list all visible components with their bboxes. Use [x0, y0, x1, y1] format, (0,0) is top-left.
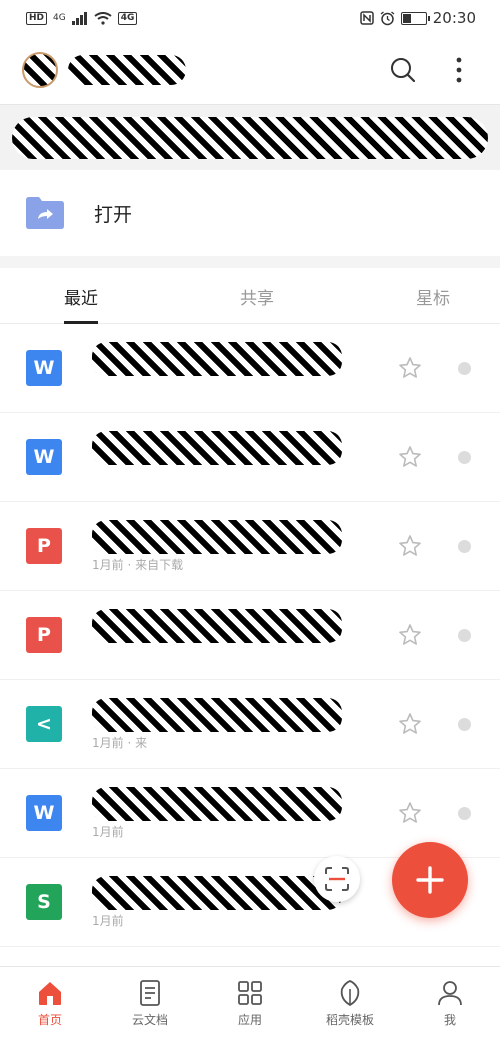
file-name: [92, 698, 342, 732]
more-dot-icon[interactable]: [458, 451, 471, 464]
alarm-icon: [380, 10, 395, 25]
more-dot-icon[interactable]: [458, 807, 471, 820]
more-dot-icon[interactable]: [458, 629, 471, 642]
star-icon[interactable]: [398, 623, 422, 647]
file-meta: [92, 378, 342, 394]
carrier-badge: 4G: [117, 11, 138, 25]
writer-file-icon: W: [26, 439, 62, 475]
star-icon[interactable]: [398, 801, 422, 825]
nav-apps-label: 应用: [237, 1012, 262, 1027]
scan-button[interactable]: [314, 856, 360, 902]
nav-templates-label: 稻壳模板: [325, 1012, 374, 1027]
file-info: 1月前 · 来自下载: [92, 520, 352, 572]
sheet-file-icon: S: [26, 884, 62, 920]
more-vertical-icon: [456, 57, 462, 83]
apps-grid-icon: [238, 980, 262, 1005]
nav-apps[interactable]: 应用: [200, 967, 300, 1039]
nav-templates[interactable]: 稻壳模板: [300, 967, 400, 1039]
file-name: [92, 431, 342, 465]
nav-home[interactable]: 首页: [0, 967, 100, 1039]
writer-file-icon: W: [26, 795, 62, 831]
file-info: 1月前 · 来: [92, 698, 352, 750]
writer-file-icon: W: [26, 350, 62, 386]
header-actions: [388, 55, 474, 85]
file-row[interactable]: W: [0, 413, 500, 502]
banner-text: [12, 117, 488, 159]
tab-shared[interactable]: 共享: [240, 268, 274, 324]
nav-cloud-docs[interactable]: 云文档: [100, 967, 200, 1039]
status-bar: HD 4G 4G 20:30: [0, 0, 500, 36]
status-right: 20:30: [360, 9, 476, 27]
star-icon[interactable]: [398, 445, 422, 469]
more-dot-icon[interactable]: [458, 362, 471, 375]
search-button[interactable]: [388, 55, 418, 85]
file-meta: 1月前: [92, 914, 124, 928]
file-name: [92, 787, 342, 821]
avatar[interactable]: [22, 52, 58, 88]
nav-me-label: 我: [443, 1012, 456, 1027]
promo-banner[interactable]: [0, 104, 500, 170]
file-info: [92, 609, 352, 661]
tab-starred[interactable]: 星标: [416, 268, 450, 324]
app-header: [0, 36, 500, 104]
file-name: [92, 609, 342, 643]
nav-me[interactable]: 我: [400, 967, 500, 1039]
hd-badge: HD: [26, 11, 48, 25]
nfc-icon: [360, 11, 374, 25]
open-label: 打开: [94, 203, 133, 226]
status-left: HD 4G 4G: [26, 11, 138, 25]
pdf-file-icon: P: [26, 617, 62, 653]
nav-home-label: 首页: [37, 1012, 62, 1027]
bottom-nav: 首页 云文档 应用 稻壳模板 我: [0, 966, 500, 1039]
home-icon: [39, 981, 61, 1005]
file-info: [92, 431, 352, 483]
plus-icon: [416, 866, 444, 894]
file-row[interactable]: < 1月前 · 来: [0, 680, 500, 769]
scan-icon: [325, 867, 349, 891]
file-tabs: 最近 共享 星标: [0, 268, 500, 324]
open-folder-icon: [26, 197, 64, 229]
file-meta: 1月前 · 来: [92, 736, 148, 750]
file-meta: [92, 467, 342, 483]
leaf-icon: [340, 979, 360, 1006]
file-row[interactable]: P 1月前 · 来自下载: [0, 502, 500, 591]
wifi-icon: [94, 11, 112, 25]
document-icon: [140, 979, 160, 1006]
search-icon: [391, 58, 416, 83]
pdf-file-icon: P: [26, 528, 62, 564]
battery-icon: [400, 11, 430, 25]
star-icon[interactable]: [398, 356, 422, 380]
share-file-icon: <: [26, 706, 62, 742]
user-name[interactable]: [68, 55, 186, 85]
tab-recent[interactable]: 最近: [64, 268, 98, 324]
file-info: 1月前: [92, 876, 352, 928]
star-icon[interactable]: [398, 534, 422, 558]
nav-cloud-docs-label: 云文档: [131, 1012, 168, 1027]
status-time: 20:30: [432, 9, 476, 27]
create-new-button[interactable]: [392, 842, 468, 918]
file-name: [92, 520, 342, 554]
more-options-button[interactable]: [444, 55, 474, 85]
user-icon: [438, 980, 462, 1005]
star-icon[interactable]: [398, 712, 422, 736]
file-name: [92, 342, 342, 376]
file-name: [92, 876, 342, 910]
network-type: 4G: [53, 13, 66, 23]
file-meta: [92, 645, 342, 661]
user-area[interactable]: [22, 52, 186, 88]
file-meta: 1月前: [92, 825, 124, 839]
more-dot-icon[interactable]: [458, 718, 471, 731]
open-file-row[interactable]: 打开: [0, 170, 500, 256]
file-row[interactable]: P: [0, 591, 500, 680]
signal-icon: [71, 11, 87, 25]
file-meta: 1月前 · 来自下载: [92, 558, 184, 572]
file-row[interactable]: W: [0, 324, 500, 413]
file-info: [92, 342, 352, 394]
file-info: 1月前: [92, 787, 352, 839]
more-dot-icon[interactable]: [458, 540, 471, 553]
